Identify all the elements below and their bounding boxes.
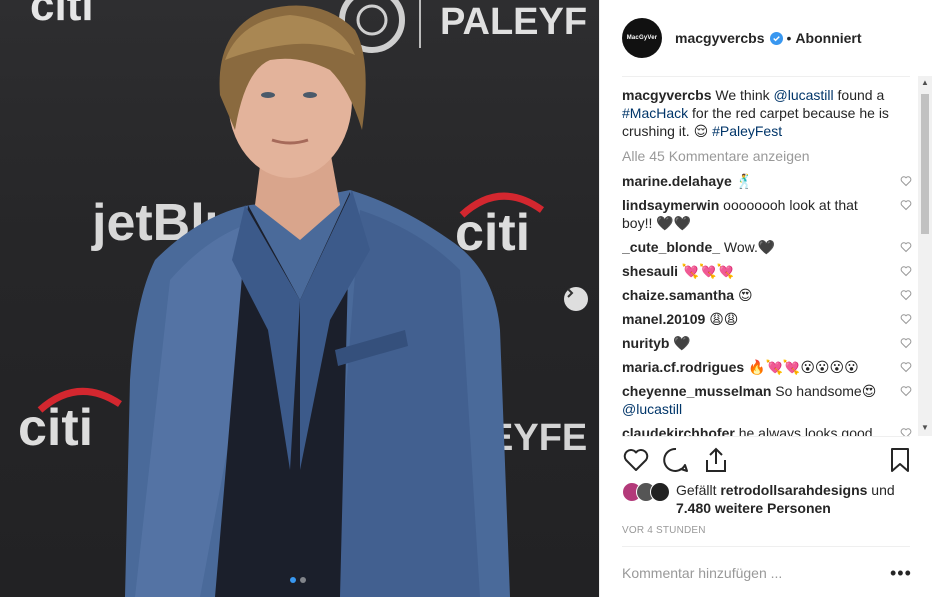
likes-text: Gefällt retrodollsarahdesigns und 7.480 … (676, 481, 895, 517)
likes-suffix: und (867, 482, 895, 498)
heart-icon[interactable] (900, 427, 912, 436)
comment-username[interactable]: nurityb (622, 335, 669, 351)
comment-row: claudekirchhofer he always looks good (622, 424, 912, 436)
bookmark-icon[interactable] (886, 446, 914, 474)
action-bar (622, 446, 912, 474)
verified-badge-icon (769, 31, 783, 45)
instagram-post: citi PALEYF jetBlu citi citi EYFE MacGyV… (0, 0, 932, 597)
comment-text: 😩😩 (709, 311, 739, 327)
comment-row: nurityb 🖤 (622, 334, 912, 352)
more-options-icon[interactable]: ••• (890, 563, 912, 584)
likes-count[interactable]: 7.480 weitere Personen (676, 500, 831, 516)
comments-section[interactable]: macgyvercbs We think @lucastill found a … (622, 86, 912, 436)
likes-prefix: Gefällt (676, 482, 721, 498)
comment-row: lindsaymerwin oooooooh look at that boy!… (622, 196, 912, 232)
comment-text: 😍 (737, 287, 753, 303)
carousel-dot-active (290, 577, 296, 583)
comments-scrollbar[interactable]: ▲ ▼ (918, 76, 932, 436)
carousel-dot (300, 577, 306, 583)
backdrop-paley: PALEYF (440, 1, 587, 43)
post-header: MacGyVer macgyvercbs • Abonniert (600, 0, 932, 76)
avatar-logo-text: MacGyVer (626, 35, 658, 41)
view-all-comments-link[interactable]: Alle 45 Kommentare anzeigen (622, 148, 912, 166)
add-comment-input[interactable]: Kommentar hinzufügen ... (622, 565, 782, 581)
comment-username[interactable]: _cute_blonde_ (622, 239, 720, 255)
comment-username[interactable]: marine.delahaye (622, 173, 732, 189)
comment-bubble-icon[interactable] (662, 446, 690, 474)
comment-row: maria.cf.rodrigues 🔥💘💘😮😮😮😮 (622, 358, 912, 376)
actions-divider (622, 436, 910, 437)
share-icon[interactable] (702, 446, 730, 474)
backdrop-citi-top: citi (30, 0, 94, 30)
comment-text: Wow.🖤 (723, 239, 776, 255)
comment-username[interactable]: lindsaymerwin (622, 197, 719, 213)
comment-row: chaize.samantha 😍 (622, 286, 912, 304)
likes-user[interactable]: retrodollsarahdesigns (720, 482, 867, 498)
comment-row: cheyenne_musselman So handsome😍 @lucastil… (622, 382, 912, 418)
heart-icon[interactable] (900, 361, 912, 373)
comment-row: marine.delahaye 🕺 (622, 172, 912, 190)
liker-avatars (622, 482, 676, 502)
liker-avatar[interactable] (650, 482, 670, 502)
header-separator: • (786, 30, 792, 46)
scroll-down-arrow-icon[interactable]: ▼ (921, 424, 929, 432)
backdrop-citi-left: citi (18, 399, 93, 457)
heart-icon[interactable] (900, 289, 912, 301)
comment-mention[interactable]: @lucastill (622, 401, 682, 417)
post-sidebar: MacGyVer macgyvercbs • Abonniert macgyve… (599, 0, 932, 597)
heart-icon[interactable] (900, 241, 912, 253)
comment-username[interactable]: claudekirchhofer (622, 425, 735, 436)
heart-icon[interactable] (900, 337, 912, 349)
comment-text: 🖤 (673, 335, 691, 351)
comment-username[interactable]: manel.20109 (622, 311, 705, 327)
caption-text: found a (833, 87, 885, 103)
comment-username[interactable]: chaize.samantha (622, 287, 734, 303)
like-heart-icon[interactable] (622, 446, 650, 474)
comment-username[interactable]: shesauli (622, 263, 678, 279)
comment-text: he always looks good (738, 425, 873, 436)
comment-list: marine.delahaye 🕺 lindsaymerwin oooooooh… (622, 172, 912, 436)
heart-icon[interactable] (900, 199, 912, 211)
caption-text: We think (715, 87, 774, 103)
heart-icon[interactable] (900, 175, 912, 187)
caption-hashtag[interactable]: #PaleyFest (712, 123, 782, 139)
header-username[interactable]: macgyvercbs (675, 30, 765, 46)
heart-icon[interactable] (900, 265, 912, 277)
heart-icon[interactable] (900, 313, 912, 325)
comment-text: 🔥💘💘😮😮😮😮 (748, 359, 859, 375)
chevron-right-icon (567, 288, 574, 298)
comment-text: 💘💘💘 (681, 263, 735, 279)
photo-illustration: citi PALEYF jetBlu citi citi EYFE (18, 0, 587, 597)
post-photo[interactable]: citi PALEYF jetBlu citi citi EYFE (0, 0, 599, 597)
avatar[interactable]: MacGyVer (622, 18, 662, 58)
comment-divider (622, 546, 910, 547)
caption-mention[interactable]: @lucastill (774, 87, 834, 103)
header-divider (622, 76, 910, 77)
scroll-thumb[interactable] (921, 94, 929, 234)
comment-row: manel.20109 😩😩 (622, 310, 912, 328)
comment-username[interactable]: maria.cf.rodrigues (622, 359, 744, 375)
comment-row: _cute_blonde_ Wow.🖤 (622, 238, 912, 256)
post-timestamp[interactable]: VOR 4 STUNDEN (622, 525, 706, 536)
caption: macgyvercbs We think @lucastill found a … (622, 86, 912, 140)
carousel-indicator (290, 577, 306, 583)
comment-row: shesauli 💘💘💘 (622, 262, 912, 280)
comment-text: 🕺 (735, 173, 754, 189)
comment-text: So handsome😍 (775, 383, 877, 399)
caption-username[interactable]: macgyvercbs (622, 87, 712, 103)
scroll-up-arrow-icon[interactable]: ▲ (921, 79, 929, 87)
next-image-button[interactable] (564, 287, 588, 311)
caption-hashtag[interactable]: #MacHack (622, 105, 688, 121)
comment-username[interactable]: cheyenne_musselman (622, 383, 771, 399)
heart-icon[interactable] (900, 385, 912, 397)
follow-button[interactable]: Abonniert (795, 30, 861, 46)
likes-summary: Gefällt retrodollsarahdesigns und 7.480 … (622, 481, 912, 517)
